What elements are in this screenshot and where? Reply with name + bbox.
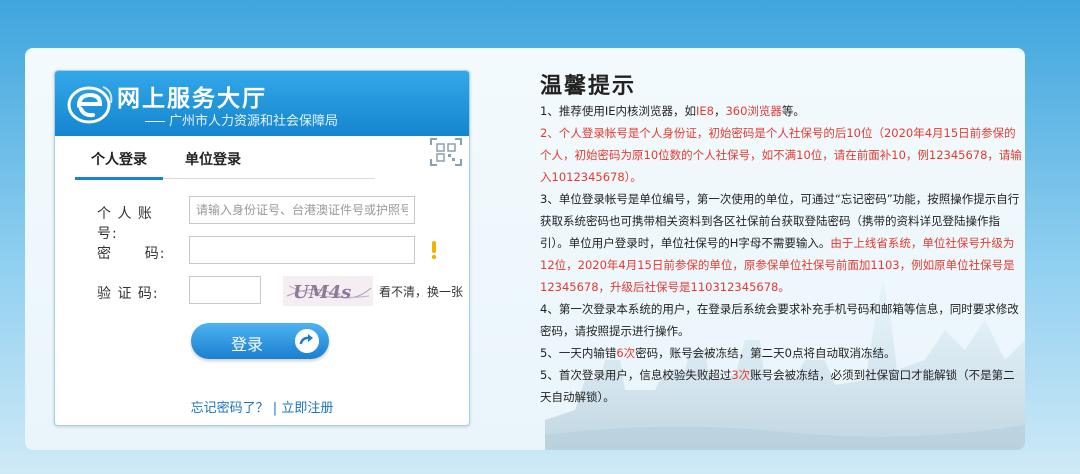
arrow-right-icon	[295, 329, 319, 353]
tip-text: ，	[713, 104, 726, 118]
captcha-label: 验 证 码:	[97, 286, 159, 302]
e-logo-icon	[67, 86, 113, 124]
tips-list: 1、推荐使用IE内核浏览器，如IE8，360浏览器等。 2、个人登录帐号是个人身份…	[540, 100, 1022, 408]
site-subtitle: 广州市人力资源和社会保障局	[145, 110, 338, 129]
tab-unit-login[interactable]: 单位登录	[185, 151, 241, 179]
qr-code-icon[interactable]	[429, 137, 463, 167]
tip-text: 4、第一次登录本系统的用户，在登录后系统会要求补充手机号码和邮箱等信息，同时要求…	[540, 302, 1019, 338]
tip-text: 360浏览器	[725, 104, 782, 118]
login-button-label: 登录	[231, 335, 264, 354]
captcha-refresh-link[interactable]: 看不清，换一张	[379, 283, 463, 300]
tab-personal-login[interactable]: 个人登录	[75, 151, 163, 180]
password-label: 密 码:	[97, 246, 166, 262]
tip-text: 密码，账号会被冻结，第二天0点将自动取消冻结。	[635, 346, 896, 360]
captcha-input[interactable]	[189, 276, 261, 304]
tip-item: 1、推荐使用IE内核浏览器，如IE8，360浏览器等。	[540, 100, 1022, 122]
tip-text: 5、首次登录用户，信息校验失败超过	[540, 368, 732, 382]
tip-item: 4、第一次登录本系统的用户，在登录后系统会要求补充手机号码和邮箱等信息，同时要求…	[540, 298, 1022, 342]
password-input[interactable]	[189, 236, 415, 264]
login-button[interactable]: 登录	[191, 323, 329, 359]
card-header: 网上服务大厅 广州市人力资源和社会保障局	[55, 71, 469, 136]
footer-links: 忘记密码了？ | 立即注册	[55, 397, 469, 416]
tip-item: 5、一天内输错6次密码，账号会被冻结，第二天0点将自动取消冻结。	[540, 342, 1022, 364]
captcha-text: UM4s	[293, 282, 351, 303]
tip-text: 6次	[616, 346, 636, 360]
tips-title: 温馨提示	[540, 74, 637, 99]
tip-text: 3次	[731, 368, 751, 382]
password-row: 密 码:	[97, 236, 457, 266]
tip-item: 2、个人登录帐号是个人身份证，初始密码是个人社保号的后10位（2020年4月15…	[540, 122, 1022, 188]
tip-text: 5、一天内输错	[540, 346, 617, 360]
captcha-row: 验 证 码: UM4s 看不清，换一张	[97, 276, 463, 306]
login-card: 网上服务大厅 广州市人力资源和社会保障局 个人登录 单位登录 个 人 账 号: …	[54, 70, 470, 426]
tip-text: 2、个人登录帐号是个人身份证，初始密码是个人社保号的后10位（2020年4月15…	[540, 126, 1022, 184]
account-row: 个 人 账 号:	[97, 196, 457, 242]
site-title: 网上服务大厅	[117, 86, 267, 112]
tip-text: 等。	[781, 104, 805, 118]
forgot-password-link[interactable]: 忘记密码了？	[191, 401, 269, 416]
tip-text: 1、推荐使用IE内核浏览器，如	[540, 104, 696, 118]
captcha-image[interactable]: UM4s	[283, 276, 373, 306]
account-input[interactable]	[189, 196, 415, 224]
tip-text: IE8	[695, 104, 714, 118]
register-link[interactable]: 立即注册	[281, 401, 333, 416]
tip-item: 5、首次登录用户，信息校验失败超过3次账号会被冻结，必须到社保窗口才能解锁（不是…	[540, 364, 1022, 408]
link-separator: |	[272, 401, 278, 416]
tip-item: 3、单位登录帐号是单位编号，第一次使用的单位，可通过“忘记密码”功能，按照操作提…	[540, 188, 1022, 298]
login-tabs: 个人登录 单位登录	[75, 151, 375, 180]
exclamation-warning-icon	[431, 241, 437, 260]
